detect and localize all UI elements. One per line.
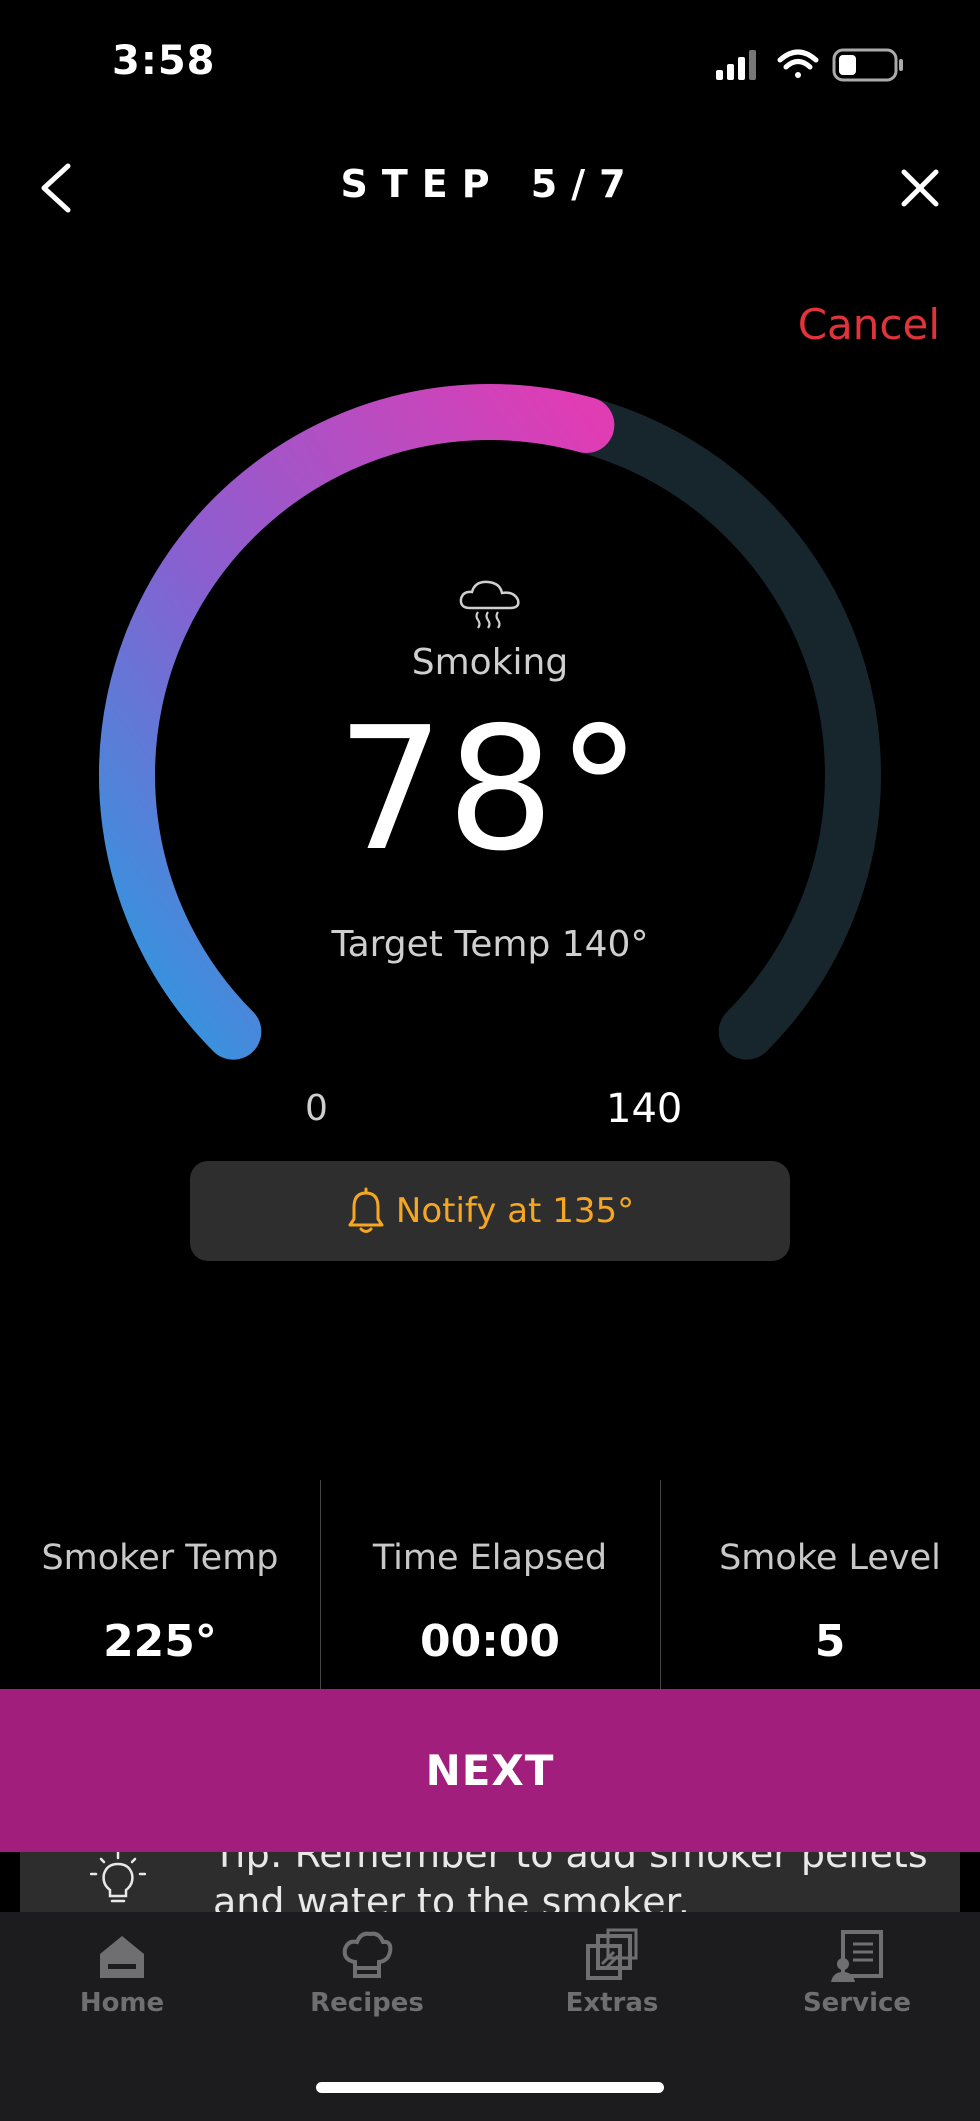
- wifi-icon: [777, 49, 819, 78]
- stat-label: Time Elapsed: [372, 1538, 608, 1578]
- step-title: STEP 5/7: [340, 162, 640, 206]
- home-icon: [100, 1936, 144, 1978]
- status-icons: [716, 48, 903, 82]
- tab-label: Home: [79, 1988, 165, 2018]
- notify-button[interactable]: Notify at 135°: [190, 1161, 790, 1261]
- stat-value: 5: [814, 1616, 846, 1667]
- gauge-min-label: 0: [305, 1088, 328, 1129]
- stat-time-elapsed: Time Elapsed 00:00: [320, 1480, 660, 1690]
- chef-hat-icon: [342, 1931, 393, 1978]
- tip-text: Tip: Remember to add smoker pellets and …: [213, 1852, 928, 1912]
- stat-smoke-level: Smoke Level 5: [660, 1480, 980, 1690]
- stat-label: Smoke Level: [719, 1538, 941, 1578]
- service-icon: [831, 1930, 883, 1982]
- stats-row: Smoker Temp 225° Time Elapsed 00:00 Smok…: [0, 1480, 980, 1690]
- tab-home[interactable]: Home: [22, 1928, 222, 2018]
- stat-value: 225°: [103, 1616, 217, 1667]
- close-icon[interactable]: [898, 166, 942, 210]
- target-temperature: Target Temp 140°: [331, 924, 649, 965]
- stat-smoker-temp: Smoker Temp 225°: [0, 1480, 320, 1690]
- tab-label: Extras: [565, 1988, 659, 2018]
- tab-service[interactable]: Service: [757, 1928, 957, 2018]
- notify-label: Notify at 135°: [395, 1191, 635, 1231]
- tab-label: Recipes: [310, 1988, 424, 2018]
- status-time: 3:58: [112, 38, 216, 84]
- cancel-button[interactable]: Cancel: [798, 300, 940, 349]
- smoke-cloud-icon: [459, 580, 520, 629]
- gauge-max-label: 140: [606, 1086, 683, 1132]
- stat-label: Smoker Temp: [41, 1538, 279, 1578]
- tab-recipes[interactable]: Recipes: [267, 1928, 467, 2018]
- signal-icon: [716, 50, 756, 80]
- home-indicator: [316, 2082, 664, 2093]
- lightbulb-icon: [90, 1852, 146, 1903]
- bell-icon: [348, 1187, 384, 1233]
- battery-icon: [832, 48, 903, 82]
- cook-mode-label: Smoking: [411, 642, 569, 683]
- stat-value: 00:00: [419, 1616, 561, 1667]
- tab-extras[interactable]: Extras: [512, 1928, 712, 2018]
- tip-banner: Tip: Remember to add smoker pellets and …: [20, 1852, 960, 1912]
- extras-icon: [586, 1928, 638, 1980]
- next-button[interactable]: NEXT: [0, 1689, 980, 1852]
- tab-label: Service: [802, 1988, 912, 2018]
- current-temperature: 78°: [336, 691, 644, 889]
